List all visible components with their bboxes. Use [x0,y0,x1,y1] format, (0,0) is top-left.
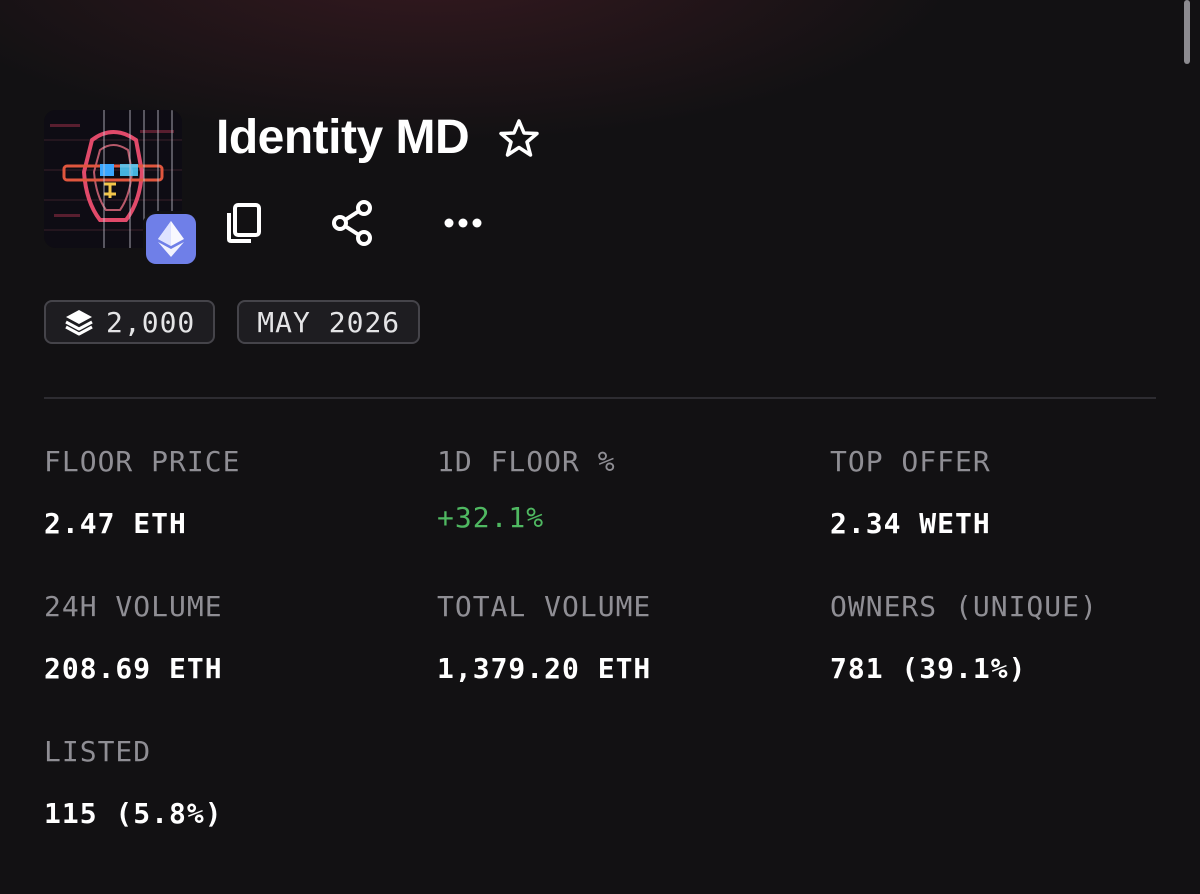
stat-floor-price: FLOOR PRICE 2.47 ETH [44,440,424,542]
copy-icon[interactable] [216,196,270,250]
stat-value: 1,379.20 ETH [437,652,652,685]
collection-avatar-wrap [44,110,196,264]
layers-icon [64,308,94,336]
stat-label: 24H VOLUME [44,590,223,623]
stat-label: TOTAL VOLUME [437,590,652,623]
collection-header: Identity MD [44,110,1156,270]
date-value: MAY 2026 [257,305,401,339]
supply-value: 2,000 [106,305,196,339]
share-icon[interactable] [326,196,380,250]
stat-label: OWNERS (UNIQUE) [830,590,1098,623]
star-outline-icon[interactable] [497,116,541,160]
more-horizontal-icon[interactable] [436,196,490,250]
stat-listed: LISTED 115 (5.8%) [44,730,424,832]
section-divider [44,397,1156,399]
title-row: Identity MD [216,110,541,166]
stat-owners: OWNERS (UNIQUE) 781 (39.1%) [830,585,1200,687]
stat-value: 781 (39.1%) [830,652,1027,685]
stat-value: 115 (5.8%) [44,797,223,830]
page-scrollbar[interactable] [1184,0,1190,64]
stat-label: TOP OFFER [830,445,991,478]
collection-title: Identity MD [216,111,470,164]
stat-value: 2.34 WETH [830,507,991,540]
stat-floor-change-1d: 1D FLOOR % +32.1% [437,440,817,536]
stat-value: 2.47 ETH [44,507,187,540]
stat-total-volume: TOTAL VOLUME 1,379.20 ETH [437,585,817,687]
collection-chips: 2,000 MAY 2026 [44,300,442,344]
ethereum-icon [146,214,196,264]
stat-top-offer: TOP OFFER 2.34 WETH [830,440,1200,542]
supply-chip: 2,000 [44,300,216,344]
stat-value-positive: +32.1% [437,501,545,534]
collection-actions [216,196,546,250]
stat-volume-24h: 24H VOLUME 208.69 ETH [44,585,424,687]
stat-value: 208.69 ETH [44,652,223,685]
stat-label: 1D FLOOR % [437,445,616,478]
date-chip: MAY 2026 [237,300,421,344]
stat-label: FLOOR PRICE [44,445,241,478]
stat-label: LISTED [44,735,152,768]
